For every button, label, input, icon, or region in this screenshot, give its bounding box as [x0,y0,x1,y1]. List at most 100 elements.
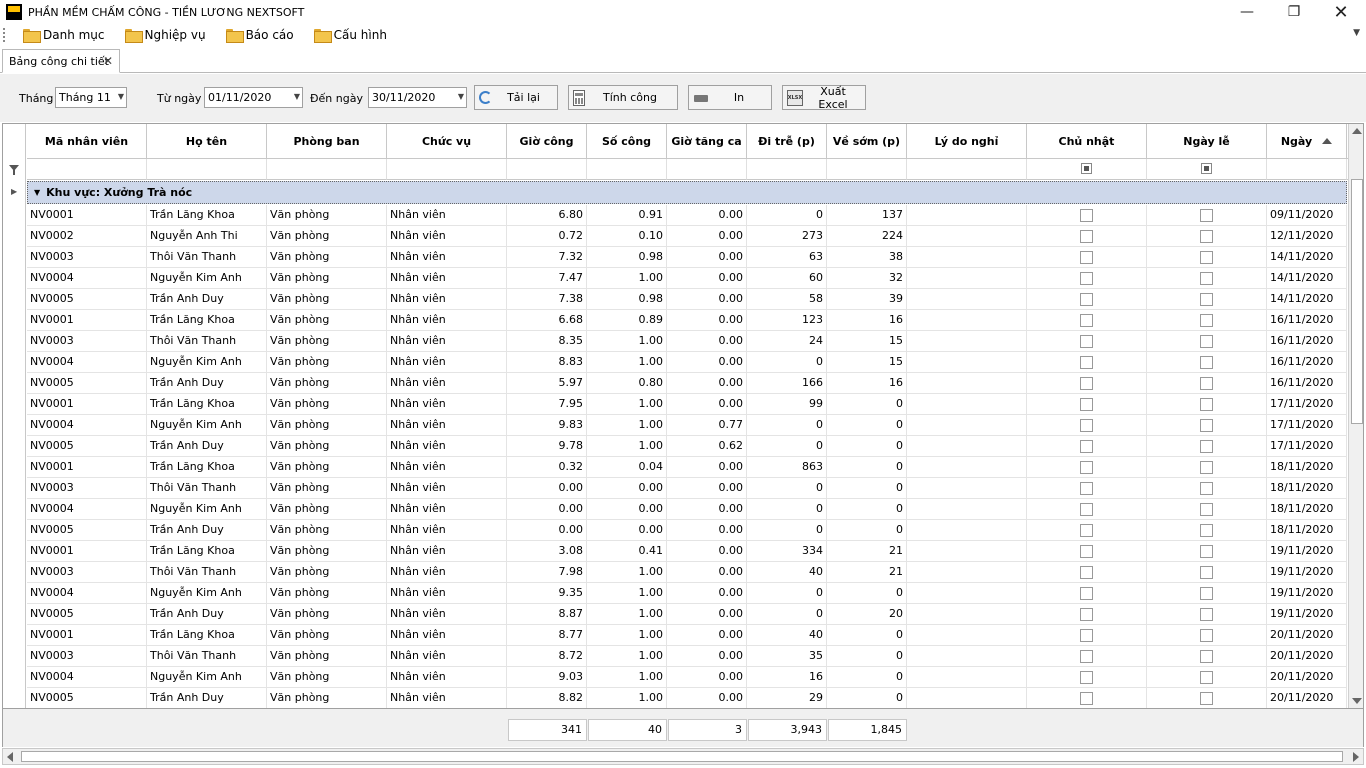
cell-gio-cong[interactable]: 9.83 [507,415,587,436]
sunday-checkbox[interactable] [1080,524,1093,537]
cell-ve-som[interactable]: 15 [827,352,907,373]
cell-phong-ban[interactable]: Văn phòng [267,289,387,310]
cell-ly-do-nghi[interactable] [907,415,1027,436]
cell-ngay[interactable]: 20/11/2020 [1267,688,1347,708]
holiday-checkbox[interactable] [1200,209,1213,222]
menu-bao-cao[interactable]: Báo cáo [224,25,296,45]
to-date-picker[interactable]: 30/11/2020 ▼ [368,87,467,108]
cell-gio-cong[interactable]: 9.03 [507,667,587,688]
header-col-ly-do-nghi[interactable]: Lý do nghỉ [907,124,1027,159]
cell-gio-cong[interactable]: 8.35 [507,331,587,352]
cell-ho-ten[interactable]: Trần Lăng Khoa [147,394,267,415]
cell-ngay[interactable]: 20/11/2020 [1267,625,1347,646]
cell-chuc-vu[interactable]: Nhân viên [387,436,507,457]
header-col-ve-som[interactable]: Về sớm (p) [827,124,907,159]
table-row[interactable]: NV0003 Thôi Văn Thanh Văn phòng Nhân viên 7.… [27,247,1347,268]
cell-ve-som[interactable]: 0 [827,667,907,688]
table-row[interactable]: NV0001 Trần Lăng Khoa Văn phòng Nhân viên 0.… [27,457,1347,478]
horizontal-scrollbar[interactable] [2,748,1364,765]
cell-so-cong[interactable]: 1.00 [587,394,667,415]
table-row[interactable]: NV0004 Nguyễn Kim Anh Văn phòng Nhân viên 9.… [27,583,1347,604]
holiday-checkbox[interactable] [1200,230,1213,243]
holiday-checkbox[interactable] [1200,545,1213,558]
cell-so-cong[interactable]: 0.98 [587,247,667,268]
cell-gio-cong[interactable]: 0.00 [507,520,587,541]
cell-so-cong[interactable]: 0.00 [587,499,667,520]
cell-ve-som[interactable]: 21 [827,562,907,583]
sunday-checkbox[interactable] [1080,209,1093,222]
vertical-scrollbar[interactable] [1348,124,1363,708]
holiday-checkbox[interactable] [1200,671,1213,684]
cell-ly-do-nghi[interactable] [907,478,1027,499]
cell-so-cong[interactable]: 1.00 [587,268,667,289]
cell-phong-ban[interactable]: Văn phòng [267,625,387,646]
cell-phong-ban[interactable]: Văn phòng [267,583,387,604]
cell-ly-do-nghi[interactable] [907,667,1027,688]
cell-ve-som[interactable]: 39 [827,289,907,310]
sunday-checkbox[interactable] [1080,461,1093,474]
cell-di-tre[interactable]: 863 [747,457,827,478]
filter-cell[interactable] [667,159,747,180]
cell-so-cong[interactable]: 1.00 [587,415,667,436]
cell-ma-nhan-vien[interactable]: NV0003 [27,478,147,499]
reload-button[interactable]: Tải lại [474,85,558,110]
cell-gio-tang-ca[interactable]: 0.00 [667,289,747,310]
cell-so-cong[interactable]: 1.00 [587,562,667,583]
cell-ho-ten[interactable]: Nguyễn Kim Anh [147,583,267,604]
cell-ve-som[interactable]: 0 [827,436,907,457]
cell-so-cong[interactable]: 1.00 [587,625,667,646]
cell-chuc-vu[interactable]: Nhân viên [387,562,507,583]
cell-ve-som[interactable]: 20 [827,604,907,625]
cell-ly-do-nghi[interactable] [907,268,1027,289]
filter-cell[interactable] [147,159,267,180]
filter-checkbox[interactable] [1081,163,1092,174]
menu-overflow-chevron-icon[interactable]: ▼ [1353,28,1360,38]
cell-ma-nhan-vien[interactable]: NV0005 [27,604,147,625]
cell-ly-do-nghi[interactable] [907,352,1027,373]
cell-ve-som[interactable]: 0 [827,520,907,541]
cell-so-cong[interactable]: 0.10 [587,226,667,247]
scroll-thumb[interactable] [1351,179,1363,424]
cell-ma-nhan-vien[interactable]: NV0004 [27,352,147,373]
holiday-checkbox[interactable] [1200,692,1213,705]
cell-gio-cong[interactable]: 8.77 [507,625,587,646]
sunday-checkbox[interactable] [1080,566,1093,579]
cell-ho-ten[interactable]: Trần Lăng Khoa [147,625,267,646]
cell-ve-som[interactable]: 38 [827,247,907,268]
menu-nghiep-vu[interactable]: Nghiệp vụ [123,25,208,45]
cell-so-cong[interactable]: 1.00 [587,352,667,373]
cell-phong-ban[interactable]: Văn phòng [267,478,387,499]
cell-gio-cong[interactable]: 7.32 [507,247,587,268]
table-row[interactable]: NV0005 Trần Anh Duy Văn phòng Nhân viên 8.87… [27,604,1347,625]
table-row[interactable]: NV0002 Nguyễn Anh Thi Văn phòng Nhân viên 0.… [27,226,1347,247]
cell-gio-tang-ca[interactable]: 0.00 [667,457,747,478]
cell-gio-tang-ca[interactable]: 0.00 [667,688,747,708]
cell-ma-nhan-vien[interactable]: NV0003 [27,562,147,583]
cell-gio-tang-ca[interactable]: 0.00 [667,352,747,373]
cell-ma-nhan-vien[interactable]: NV0003 [27,247,147,268]
header-col-ngay-le[interactable]: Ngày lễ [1147,124,1267,159]
cell-di-tre[interactable]: 0 [747,415,827,436]
filter-icon[interactable] [9,165,19,175]
cell-gio-tang-ca[interactable]: 0.62 [667,436,747,457]
cell-phong-ban[interactable]: Văn phòng [267,226,387,247]
cell-ho-ten[interactable]: Thôi Văn Thanh [147,562,267,583]
calculate-button[interactable]: Tính công [568,85,678,110]
holiday-checkbox[interactable] [1200,272,1213,285]
cell-ma-nhan-vien[interactable]: NV0001 [27,205,147,226]
cell-di-tre[interactable]: 63 [747,247,827,268]
holiday-checkbox[interactable] [1200,356,1213,369]
table-row[interactable]: NV0001 Trần Lăng Khoa Văn phòng Nhân viên 3.… [27,541,1347,562]
cell-ngay[interactable]: 16/11/2020 [1267,373,1347,394]
cell-ngay[interactable]: 19/11/2020 [1267,562,1347,583]
cell-gio-tang-ca[interactable]: 0.00 [667,247,747,268]
filter-cell[interactable] [1267,159,1347,180]
cell-chuc-vu[interactable]: Nhân viên [387,226,507,247]
cell-ho-ten[interactable]: Nguyễn Anh Thi [147,226,267,247]
holiday-checkbox[interactable] [1200,251,1213,264]
cell-phong-ban[interactable]: Văn phòng [267,415,387,436]
cell-chuc-vu[interactable]: Nhân viên [387,415,507,436]
cell-so-cong[interactable]: 0.80 [587,373,667,394]
cell-ngay[interactable]: 20/11/2020 [1267,667,1347,688]
cell-ve-som[interactable]: 0 [827,499,907,520]
